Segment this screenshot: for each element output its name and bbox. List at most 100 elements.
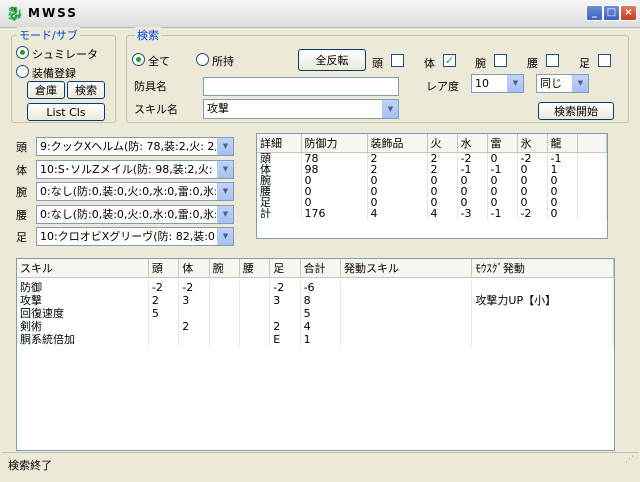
table-cell: 0 [487,196,518,208]
stats-header-cell[interactable]: 詳細 [257,134,302,153]
skill-header-cell[interactable]: 腰 [239,259,271,278]
search-button[interactable]: 検索 [67,81,105,99]
simulator-radio[interactable] [16,46,29,59]
start-search-button[interactable]: 検索開始 [538,102,614,120]
table-cell: 0 [547,207,578,219]
table-cell: 0 [547,185,578,197]
table-cell: 4 [300,320,342,333]
stats-header-cell[interactable]: 水 [457,134,488,153]
chevron-down-icon[interactable]: ▼ [217,138,233,155]
skill-table[interactable]: スキル頭体腕腰足合計 発動スキル ﾓｳｽｸﾞ発動 防御 -2 -2 -2 -6 攻撃 2 3 3 8 攻撃… [16,258,615,451]
equip-select[interactable]: 9:クックXヘルム(防: 78,装:2,火: 2,水 ▼ [36,137,234,156]
table-row[interactable]: 攻撃 2 3 3 8 攻撃力UP【小】 [17,294,614,307]
table-cell: 1 [547,163,578,175]
skill-header-cell[interactable]: 足 [269,259,301,278]
skill-header-cell[interactable]: 頭 [148,259,180,278]
skill-header-cell[interactable]: 合計 [300,259,342,278]
stats-header-cell[interactable]: 火 [427,134,458,153]
stats-header-cell[interactable]: 雷 [487,134,518,153]
table-cell: 2 [178,320,210,333]
row-filler [577,174,607,186]
stats-header-cell[interactable]: 氷 [517,134,548,153]
table-cell: 攻撃力UP【小】 [471,294,614,307]
table-row[interactable]: 体 98 2 2 -1 -1 0 1 [257,163,607,175]
table-row[interactable]: 腰0000000 [257,185,607,197]
table-cell: 0 [547,196,578,208]
invert-all-button[interactable]: 全反転 [298,49,366,71]
table-row[interactable]: 頭 78 2 2 -2 0 -2 -1 [257,152,607,164]
part-leg-label: 足 [579,57,590,70]
skill-header-cell[interactable]: スキル [17,259,149,278]
chevron-down-icon[interactable]: ▼ [382,100,398,118]
part-arm-checkbox[interactable] [494,54,507,67]
part-head-checkbox[interactable] [391,54,404,67]
table-cell: 0 [457,174,488,186]
table-row[interactable]: 腕0000000 [257,174,607,186]
table-cell [178,307,210,320]
table-cell: 78 [301,152,368,164]
skill-name-value: 攻撃 [207,102,229,115]
table-cell: 0 [301,196,368,208]
part-waist-checkbox[interactable] [546,54,559,67]
table-cell: 0 [487,152,518,164]
maximize-icon[interactable]: □ [603,5,620,21]
equip-select[interactable]: 10:S･ソルZメイル(防: 98,装:2,火: 2,水▼ [36,160,234,179]
table-cell [471,333,614,346]
skill-header-cell[interactable]: 体 [178,259,210,278]
table-cell: 0 [517,163,548,175]
skill-header-cell[interactable]: ﾓｳｽｸﾞ発動 [471,259,614,278]
table-cell [239,294,271,307]
table-cell [340,281,473,294]
stats-header-cell[interactable]: 防御力 [301,134,368,153]
skill-header-cell[interactable]: 腕 [209,259,240,278]
resize-grip-icon[interactable]: ⋰ [625,455,634,465]
table-row[interactable]: 防御 -2 -2 -2 -6 [17,281,614,294]
row-filler [577,207,607,219]
table-cell: 攻撃 [17,294,149,307]
register-radio[interactable] [16,65,29,78]
table-row[interactable]: 回復速度 5 5 [17,307,614,320]
table-cell: 2 [269,320,301,333]
table-row[interactable]: 胴系統倍加 E 1 [17,333,614,346]
stats-header-cell[interactable]: 装飾品 [367,134,428,153]
equip-select[interactable]: 0:なし(防:0,装:0,火:0,水:0,雷:0,氷:0,龍▼ [36,182,234,201]
table-cell: 0 [367,196,428,208]
equip-select[interactable]: 10:クロオビXグリーヴ(防: 82,装:0,火:0,水▼ [36,227,234,246]
chevron-down-icon[interactable]: ▼ [217,228,233,245]
stats-header-cell[interactable]: 龍 [547,134,578,153]
chevron-down-icon[interactable]: ▼ [217,183,233,200]
table-cell: 5 [148,307,180,320]
table-cell [239,281,271,294]
list-cls-button[interactable]: List Cls [27,103,105,121]
chevron-down-icon[interactable]: ▼ [217,161,233,178]
minimize-icon[interactable]: _ [586,5,603,21]
all-radio[interactable] [132,53,145,66]
rarity-condition-select[interactable]: 同じ ▼ [536,74,589,93]
stats-table[interactable]: 詳細 防御力 装飾品火水雷氷龍頭 78 2 2 -2 0 -2 -1 体 98 2 2 -1 -1 0 1 腕 0 0 0… [256,133,608,239]
table-cell: -6 [300,281,342,294]
table-cell [209,307,240,320]
part-head-label: 頭 [372,57,383,70]
table-cell: E [269,333,301,346]
table-cell: 腰 [257,185,302,197]
table-row[interactable]: 足0000000 [257,196,607,208]
simulator-label: シュミレータ [32,48,98,61]
storage-button[interactable]: 倉庫 [27,81,65,99]
chevron-down-icon[interactable]: ▼ [507,75,523,92]
close-icon[interactable]: × [620,5,637,21]
equip-select[interactable]: 0:なし(防:0,装:0,火:0,水:0,雷:0,氷:0,龍▼ [36,205,234,224]
part-body-checkbox[interactable]: ✓ [443,54,456,67]
part-leg-checkbox[interactable] [598,54,611,67]
table-row[interactable]: 剣術 2 2 4 [17,320,614,333]
skill-header-cell[interactable]: 発動スキル [340,259,473,278]
table-cell: 1 [300,333,342,346]
skill-name-select[interactable]: 攻撃 ▼ [203,99,399,119]
table-row[interactable]: 計 176 4 4 -3 -1 -2 0 [257,207,607,219]
chevron-down-icon[interactable]: ▼ [217,206,233,223]
chevron-down-icon[interactable]: ▼ [572,75,588,92]
rarity-select[interactable]: 10 ▼ [471,74,524,93]
table-cell: 2 [367,163,428,175]
table-cell: -2 [148,281,180,294]
armor-name-input[interactable] [203,77,399,96]
owned-radio[interactable] [196,53,209,66]
